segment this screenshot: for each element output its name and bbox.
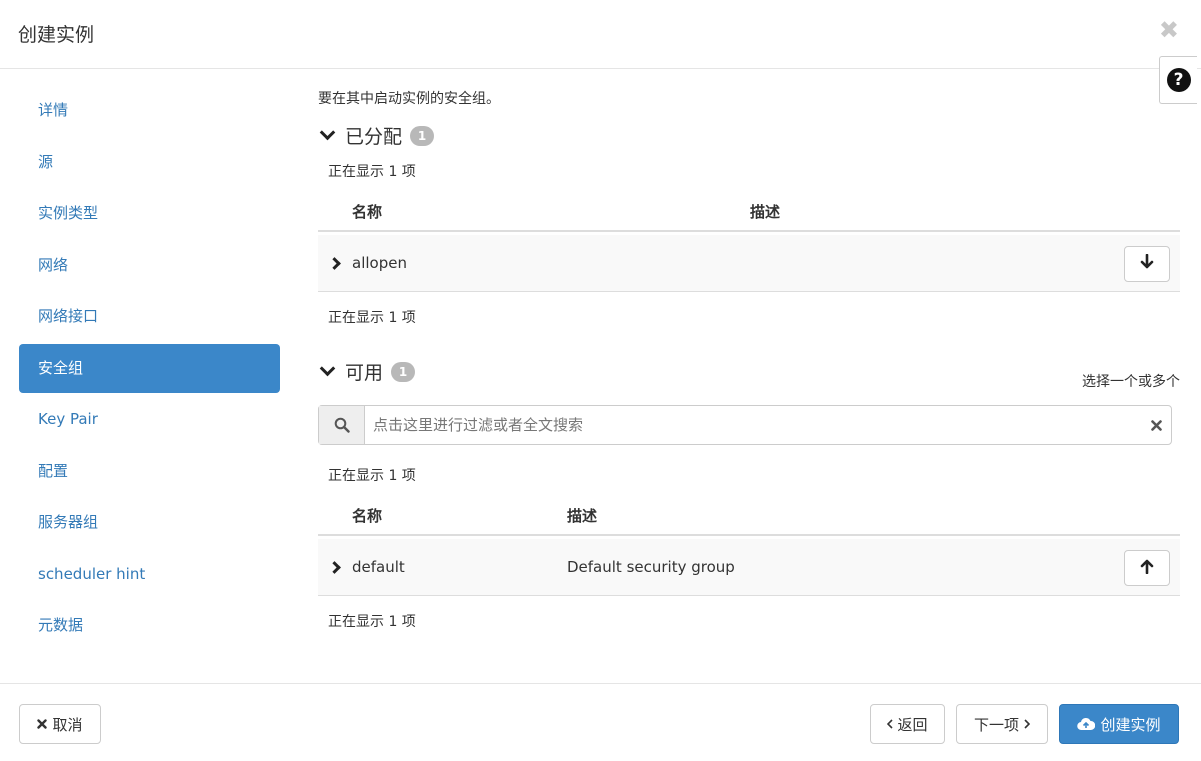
arrow-up-icon [1140, 558, 1154, 578]
close-icon [37, 719, 48, 729]
chevron-down-icon [319, 360, 336, 377]
close-icon[interactable]: ✖ [1159, 16, 1179, 44]
allocate-button[interactable] [1124, 550, 1170, 586]
allocated-count-badge: 1 [410, 125, 435, 146]
chevron-right-icon[interactable] [328, 561, 341, 574]
nav-item-scheduler-hints[interactable]: scheduler hint [19, 550, 280, 599]
nav-item-network-ports[interactable]: 网络接口 [19, 292, 280, 341]
allocated-section-header[interactable]: 已分配 1 [318, 122, 435, 149]
table-row: allopen [318, 235, 1180, 292]
available-table-header: 名称 描述 [318, 496, 1180, 536]
select-hint: 选择一个或多个 [1082, 374, 1180, 390]
next-button[interactable]: 下一项 [956, 704, 1048, 744]
column-description[interactable]: 描述 [567, 505, 597, 526]
nav-item-source[interactable]: 源 [19, 138, 280, 187]
create-instance-label: 创建实例 [1100, 715, 1161, 734]
search-bar [318, 405, 1172, 445]
cancel-label: 取消 [52, 715, 83, 734]
chevron-down-icon [319, 124, 336, 141]
next-label: 下一项 [973, 715, 1019, 734]
available-title: 可用 [345, 362, 384, 384]
intro-text: 要在其中启动实例的安全组。 [318, 91, 500, 107]
table-row: default Default security group [318, 539, 1180, 596]
search-input[interactable] [365, 406, 1141, 444]
security-group-name: allopen [352, 254, 407, 272]
available-count-badge: 1 [391, 361, 416, 382]
allocated-count-top: 正在显示 1 项 [328, 164, 416, 180]
security-group-description: Default security group [567, 558, 735, 576]
column-description[interactable]: 描述 [750, 201, 780, 222]
back-button[interactable]: 返回 [870, 704, 945, 744]
nav-item-server-groups[interactable]: 服务器组 [19, 498, 280, 547]
arrow-down-icon [1140, 253, 1154, 274]
available-section-header[interactable]: 可用 1 [318, 358, 416, 385]
nav-item-key-pair[interactable]: Key Pair [19, 395, 280, 444]
column-name[interactable]: 名称 [352, 201, 382, 222]
cancel-button[interactable]: 取消 [19, 704, 101, 744]
allocated-table-header: 名称 描述 [318, 192, 1180, 232]
question-circle-icon: ? [1166, 68, 1191, 92]
column-name[interactable]: 名称 [352, 505, 382, 526]
chevron-right-icon[interactable] [328, 257, 341, 270]
available-count-top: 正在显示 1 项 [328, 468, 416, 484]
security-group-name: default [352, 558, 405, 576]
create-instance-button[interactable]: 创建实例 [1059, 704, 1179, 744]
search-icon[interactable] [319, 406, 365, 444]
chevron-left-icon [887, 719, 894, 729]
cloud-upload-icon [1077, 717, 1096, 731]
chevron-right-icon [1024, 719, 1030, 729]
modal-footer: 取消 返回 下一项 创建实例 [0, 683, 1201, 761]
help-button[interactable]: ? [1159, 56, 1197, 104]
deallocate-button[interactable] [1124, 246, 1170, 282]
nav-item-flavor[interactable]: 实例类型 [19, 189, 280, 238]
nav-item-configuration[interactable]: 配置 [19, 447, 280, 496]
nav-item-metadata[interactable]: 元数据 [19, 601, 280, 650]
nav-item-networks[interactable]: 网络 [19, 241, 280, 290]
back-label: 返回 [897, 715, 928, 734]
nav-item-security-groups[interactable]: 安全组 [19, 343, 280, 393]
wizard-nav: 详情 源 实例类型 网络 网络接口 安全组 Key Pair 配置 服务器组 s… [19, 86, 280, 653]
modal-header: 创建实例 ✖ [0, 0, 1201, 69]
allocated-title: 已分配 [345, 126, 403, 148]
nav-item-details[interactable]: 详情 [19, 86, 280, 135]
allocated-count-bottom: 正在显示 1 项 [328, 310, 416, 326]
clear-icon[interactable] [1141, 406, 1171, 444]
modal-title: 创建实例 [18, 24, 95, 46]
available-count-bottom: 正在显示 1 项 [328, 614, 416, 630]
